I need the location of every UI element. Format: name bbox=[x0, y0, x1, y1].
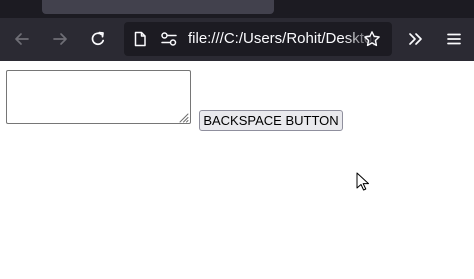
permissions-icon[interactable] bbox=[160, 31, 178, 47]
menu-button[interactable] bbox=[438, 23, 470, 55]
star-icon bbox=[364, 31, 380, 47]
url-text[interactable]: file:///C:/Users/Rohit/Desktop bbox=[188, 22, 378, 56]
tab-current[interactable] bbox=[42, 0, 274, 14]
reload-icon bbox=[91, 31, 105, 46]
text-area[interactable] bbox=[6, 70, 191, 124]
address-bar[interactable]: file:///C:/Users/Rohit/Desktop bbox=[124, 22, 392, 56]
tab-strip bbox=[0, 0, 474, 18]
reload-button[interactable] bbox=[82, 23, 114, 55]
mouse-cursor-icon bbox=[356, 172, 369, 191]
forward-button[interactable] bbox=[44, 23, 76, 55]
browser-toolbar: file:///C:/Users/Rohit/Desktop bbox=[0, 18, 474, 61]
page-icon bbox=[134, 31, 146, 47]
page-content: BACKSPACE BUTTON bbox=[0, 61, 474, 279]
backspace-button[interactable]: BACKSPACE BUTTON bbox=[199, 110, 343, 131]
hamburger-menu-icon bbox=[447, 33, 461, 45]
overflow-button[interactable] bbox=[400, 23, 432, 55]
back-button[interactable] bbox=[6, 23, 38, 55]
arrow-right-icon bbox=[53, 33, 67, 45]
arrow-left-icon bbox=[15, 33, 29, 45]
chevrons-right-icon bbox=[409, 33, 422, 45]
bookmark-button[interactable] bbox=[356, 23, 388, 55]
